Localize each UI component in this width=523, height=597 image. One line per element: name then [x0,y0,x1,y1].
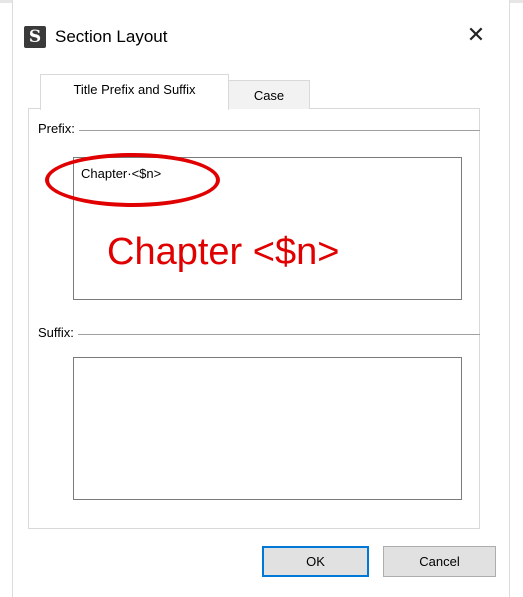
dialog-title: Section Layout [55,27,168,46]
tab-title-prefix-and-suffix[interactable]: Title Prefix and Suffix [40,74,229,110]
cancel-button[interactable]: Cancel [383,546,496,577]
suffix-textbox[interactable] [73,357,462,500]
suffix-group-line [40,334,480,335]
ok-button[interactable]: OK [262,546,369,577]
tab-case[interactable]: Case [228,80,310,109]
suffix-label: Suffix: [38,325,78,340]
close-icon[interactable]: ✕ [462,22,490,50]
annotation-callout-text: Chapter <$n> [107,231,340,273]
prefix-label: Prefix: [38,121,79,136]
prefix-group-line [40,130,480,131]
scrivener-app-icon: S [24,26,46,48]
annotation-highlight-oval [45,153,220,207]
